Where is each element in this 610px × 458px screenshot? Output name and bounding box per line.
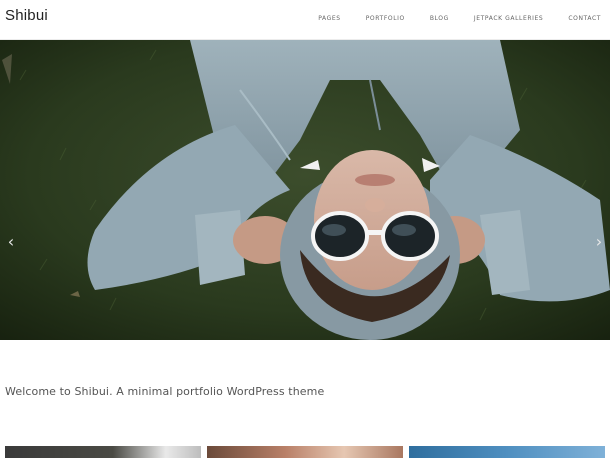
main-navigation: PAGES PORTFOLIO BLOG JETPACK GALLERIES C… [293,15,601,22]
nav-item-portfolio[interactable]: PORTFOLIO [366,15,405,22]
portfolio-thumbnail[interactable] [207,446,403,458]
slider-next-arrow[interactable]: › [592,230,606,254]
site-title[interactable]: Shibui [5,7,48,24]
intro-tagline: Welcome to Shibui. A minimal portfolio W… [5,385,325,398]
portfolio-thumbnail[interactable] [5,446,201,458]
portfolio-thumbnail[interactable] [409,446,605,458]
chevron-left-icon: ‹ [7,232,15,251]
nav-item-pages[interactable]: PAGES [318,15,340,22]
slider-prev-arrow[interactable]: ‹ [4,230,18,254]
nav-item-contact[interactable]: CONTACT [568,15,601,22]
hero-slider: ‹ › [0,40,610,340]
nav-item-blog[interactable]: BLOG [430,15,449,22]
hero-image [0,40,610,340]
site-header: Shibui PAGES PORTFOLIO BLOG JETPACK GALL… [0,0,610,40]
chevron-right-icon: › [595,232,603,251]
portfolio-thumbnails [0,446,610,458]
nav-item-jetpack-galleries[interactable]: JETPACK GALLERIES [474,15,543,22]
